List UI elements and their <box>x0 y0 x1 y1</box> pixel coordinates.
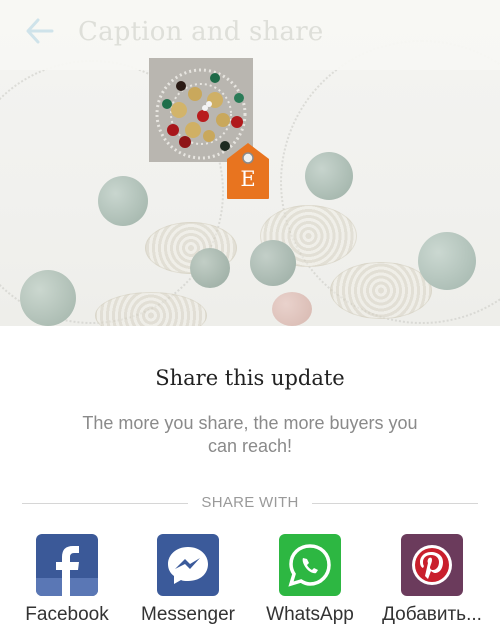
share-sheet: Share this update The more you share, th… <box>0 326 500 636</box>
share-target-label: Messenger <box>141 604 235 625</box>
share-target-messenger[interactable]: Messenger <box>128 534 248 634</box>
shop-tag-icon: E <box>226 142 270 200</box>
green-bead <box>250 240 296 286</box>
tag-letter: E <box>240 167 256 191</box>
page-title: Caption and share <box>78 17 324 47</box>
share-target-facebook[interactable]: Facebook <box>7 534 127 634</box>
share-heading: Share this update <box>155 366 345 390</box>
green-bead <box>305 152 353 200</box>
share-target-label: Добавить... <box>382 604 482 625</box>
green-bead <box>418 232 476 290</box>
share-description: The more you share, the more buyers you … <box>82 413 418 456</box>
share-target-label: WhatsApp <box>266 604 354 625</box>
whatsapp-icon[interactable] <box>279 534 341 596</box>
share-target-pinterest[interactable]: Добавить... <box>372 534 492 634</box>
messenger-icon[interactable] <box>157 534 219 596</box>
share-target-whatsapp[interactable]: WhatsApp <box>250 534 370 634</box>
earring-filigree <box>330 262 432 319</box>
facebook-icon[interactable] <box>36 534 98 596</box>
green-bead <box>20 270 76 326</box>
green-bead <box>98 176 148 226</box>
arrow-left-icon[interactable] <box>24 16 54 46</box>
share-target-label: Facebook <box>25 604 109 625</box>
red-bead <box>272 292 312 326</box>
pinterest-icon[interactable] <box>401 534 463 596</box>
green-bead <box>190 248 230 288</box>
share-with-label: SHARE WITH <box>201 494 299 511</box>
